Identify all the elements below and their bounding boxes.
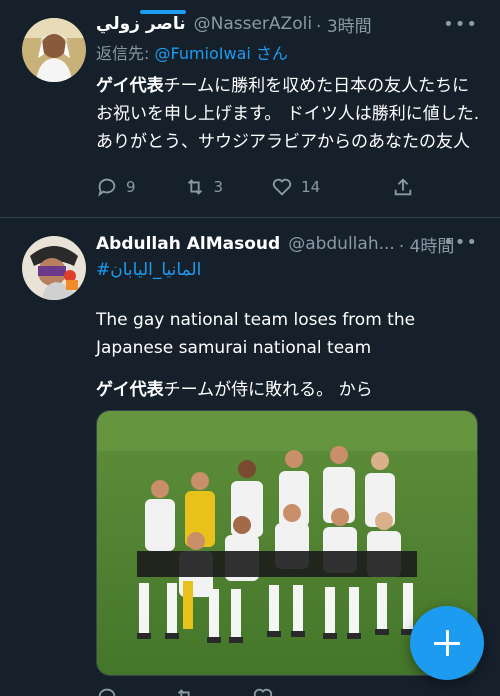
reply-button[interactable] (96, 686, 126, 696)
like-count: 14 (301, 178, 321, 196)
retweet-icon (177, 689, 190, 696)
heart-icon (272, 178, 292, 196)
plus-icon (434, 630, 460, 656)
reply-icon (98, 688, 116, 696)
user-handle[interactable]: @abdullah... (288, 234, 395, 254)
display-name[interactable]: Abdullah AlMasoud (96, 234, 280, 254)
retweet-button[interactable]: 3 (184, 176, 224, 198)
hashtag-link[interactable]: #المانيا_اليابان (96, 260, 201, 280)
display-name[interactable]: ناصر زولي (96, 14, 186, 34)
retweet-button[interactable] (174, 686, 204, 696)
share-button[interactable] (392, 176, 414, 202)
user-handle[interactable]: @NasserAZoli (194, 14, 312, 34)
more-dots-icon[interactable]: ••• (443, 232, 478, 253)
tweet-text: ゲイ代表チームに勝利を収めた日本の友人たちにお祝いを申し上げます。 ドイツ人は勝… (96, 72, 480, 156)
reply-prefix: 返信先: (96, 44, 155, 63)
heart-icon (253, 688, 273, 696)
translation-bold: ゲイ代表 (96, 380, 164, 400)
reply-suffix: さん (250, 44, 288, 63)
tweet-actions: 9 3 14 (96, 176, 416, 198)
tweet-text: The gay national team loses from the Jap… (96, 310, 416, 358)
retweet-count: 3 (213, 178, 224, 196)
tweet-time: · 3時間 (316, 16, 372, 37)
compose-tweet-button[interactable] (410, 606, 484, 680)
reply-count: 9 (126, 178, 136, 196)
reply-icon (98, 178, 116, 197)
like-button[interactable] (252, 686, 282, 696)
share-icon (394, 178, 412, 196)
more-dots-icon[interactable]: ••• (443, 14, 478, 35)
reply-button[interactable]: 9 (96, 176, 136, 198)
tweet-text-bold: ゲイ代表 (96, 76, 164, 96)
like-button[interactable]: 14 (271, 176, 320, 198)
translation-text: ゲイ代表チームが侍に敗れる。 から (96, 376, 480, 404)
tweet-actions (96, 686, 416, 696)
reply-to-line: 返信先: @FumioIwai さん (96, 40, 288, 64)
reply-handle-link[interactable]: @FumioIwai (154, 44, 250, 63)
avatar[interactable] (22, 18, 86, 82)
retweet-icon (187, 179, 202, 195)
avatar[interactable] (22, 236, 86, 300)
translation-rest: チームが侍に敗れる。 から (163, 380, 373, 400)
tweet[interactable]: ناصر زولي @NasserAZoli · 3時間 ••• 返信先: @F… (0, 0, 500, 218)
